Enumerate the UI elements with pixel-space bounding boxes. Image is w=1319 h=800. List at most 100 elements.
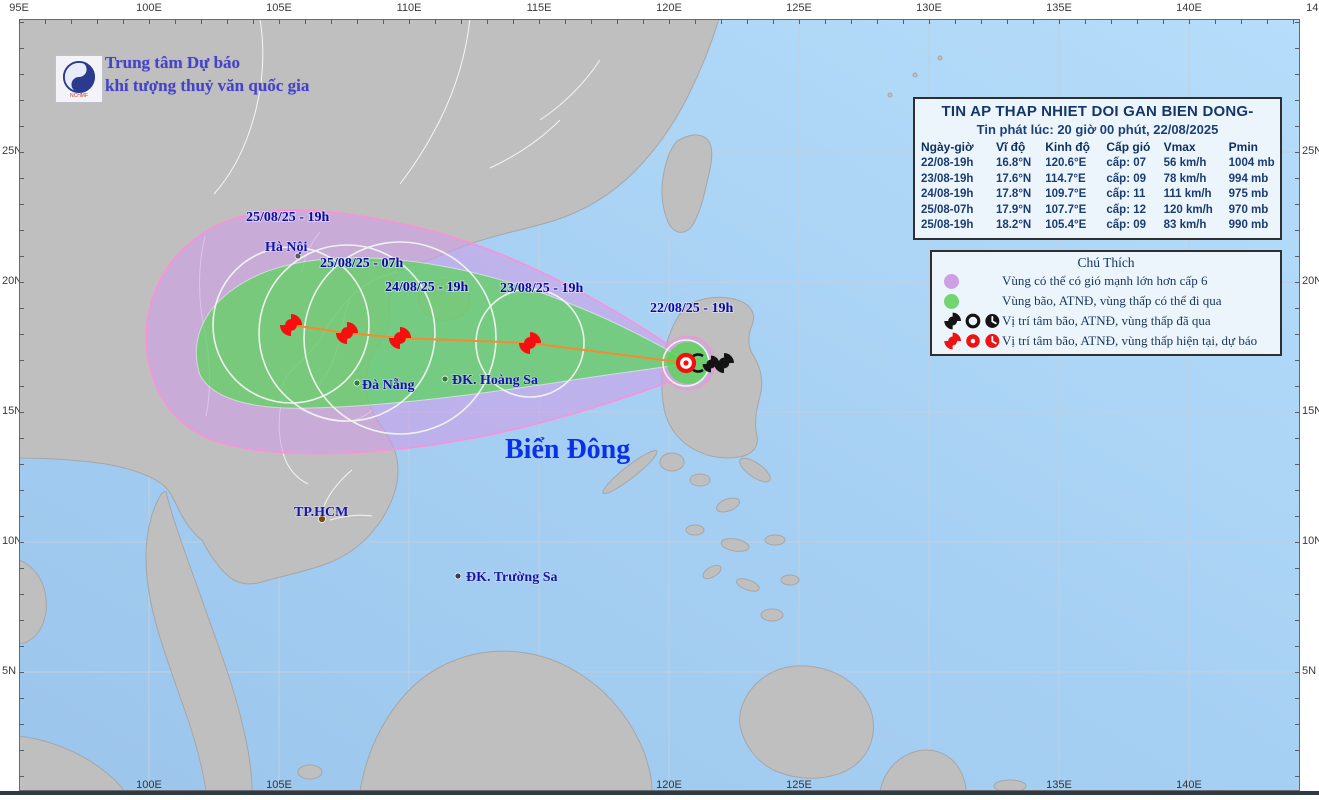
right-tick-marks xyxy=(1295,19,1300,791)
bulletin-cell: 78 km/h xyxy=(1163,172,1207,185)
bulletin-cell: 970 mb xyxy=(1228,203,1269,216)
legend-item-track-area: Vùng bão, ATNĐ, vùng thấp có thể đi qua xyxy=(936,291,1276,311)
bulletin-cell: 17.9°N xyxy=(995,203,1032,216)
place-label: Hà Nội xyxy=(265,240,308,255)
island xyxy=(937,55,943,61)
axis-label-bottom-145E: 145E xyxy=(1306,779,1319,791)
axis-label-bottom-135E: 135E xyxy=(1046,779,1072,791)
bulletin-cell: 56 km/h xyxy=(1163,157,1207,169)
island xyxy=(297,764,323,780)
bulletin-table-rows: 22/08-19h 16.8°N 120.6°E cấp: 07 56 km/h 1004… xyxy=(919,156,1276,234)
city-dot xyxy=(353,379,361,387)
circle-icon-black xyxy=(965,313,981,329)
current-position-center-dot xyxy=(683,360,689,366)
bulletin-cell: 24/08-19h xyxy=(921,188,974,201)
typhoon-icon-black xyxy=(944,312,961,330)
left-tick-marks xyxy=(19,19,24,791)
col-vmax: Vmax xyxy=(1163,140,1196,154)
bulletin-cell: 109.7°E xyxy=(1045,188,1087,201)
bulletin-row: 25/08-19h 18.2°N 105.4°E cấp: 09 83 km/h 990 … xyxy=(919,218,1276,234)
bulletin-cell: 25/08-19h xyxy=(921,219,974,232)
org-name: Trung tâm Dự báo khí tượng thuỷ văn quốc… xyxy=(105,51,309,97)
legend-label: Vị trí tâm bão, ATNĐ, vùng thấp hiện tại… xyxy=(1002,333,1258,348)
sea-name-label: Biển Đông xyxy=(505,434,630,465)
track-date-label: 23/08/25 - 19h xyxy=(500,281,583,296)
bulletin-cell: 120 km/h xyxy=(1163,203,1213,216)
track-date-label: 22/08/25 - 19h xyxy=(650,301,733,316)
bulletin-row: 23/08-19h 17.6°N 114.7°E cấp: 09 78 km/h 994 … xyxy=(919,172,1276,188)
island xyxy=(764,534,786,546)
org-name-line1: Trung tâm Dự báo xyxy=(105,53,241,72)
col-datetime: Ngày-giờ xyxy=(921,140,974,154)
forecast-map-page: 95E 100E 105E 110E 115E 120E 125E 130E 135E 140E 1… xyxy=(0,0,1319,800)
legend-item-current-position: Vị trí tâm bão, ATNĐ, vùng thấp hiện tại… xyxy=(936,331,1276,351)
bulletin-cell: 105.4°E xyxy=(1045,219,1087,232)
bulletin-cell: 22/08-19h xyxy=(921,157,974,169)
bulletin-cell: 990 mb xyxy=(1228,219,1269,232)
legend-item-past-position: Vị trí tâm bão, ATNĐ, vùng thấp đã qua xyxy=(936,311,1276,331)
track-date-label: 24/08/25 - 19h xyxy=(385,280,468,295)
legend-item-wind-area: Vùng có thể có gió mạnh lớn hơn cấp 6 xyxy=(936,271,1276,291)
bulletin-cell: 17.8°N xyxy=(995,188,1032,201)
bulletin-issued-time: Tin phát lúc: 20 giờ 00 phút, 22/08/2025 xyxy=(976,122,1219,137)
clock-icon-black xyxy=(984,313,1001,329)
legend-label: Vị trí tâm bão, ATNĐ, vùng thấp đã qua xyxy=(1002,313,1211,328)
legend-panel: Chú Thích Vùng có thể có gió mạnh lớn hơ… xyxy=(930,250,1282,356)
org-name-line2: khí tượng thuỷ văn quốc gia xyxy=(105,76,310,95)
axis-label-bottom-105E: 105E xyxy=(266,779,292,791)
legend-title: Chú Thích xyxy=(1077,255,1135,270)
place-label: TP.HCM xyxy=(294,505,348,520)
axis-label-bottom-100E: 100E xyxy=(136,779,162,791)
city-dot xyxy=(441,375,449,383)
bulletin-cell: 107.7°E xyxy=(1045,203,1087,216)
bulletin-cell: 16.8°N xyxy=(995,157,1032,169)
top-tick-marks xyxy=(19,19,1300,24)
bulletin-cell: cấp: 12 xyxy=(1106,203,1147,216)
bulletin-cell: 975 mb xyxy=(1228,188,1269,201)
bulletin-panel: TIN AP THAP NHIET DOI GAN BIEN DONG- Tin… xyxy=(913,97,1282,240)
typhoon-icon-red xyxy=(944,332,961,350)
bulletin-row: 25/08-07h 17.9°N 107.7°E cấp: 12 120 km/h 970… xyxy=(919,203,1276,219)
nchmf-logo-emblem xyxy=(62,60,96,93)
green-area-icon xyxy=(944,293,959,309)
island xyxy=(685,524,705,536)
bulletin-cell: 25/08-07h xyxy=(921,203,974,216)
bulletin-row: 24/08-19h 17.8°N 109.7°E cấp: 11 111 km/h 975… xyxy=(919,187,1276,203)
axis-label-bottom-140E: 140E xyxy=(1176,779,1202,791)
bulletin-cell: 1004 mb xyxy=(1228,157,1275,169)
col-windlevel: Cấp gió xyxy=(1106,140,1151,154)
bulletin-row: 22/08-19h 16.8°N 120.6°E cấp: 07 56 km/h 1004… xyxy=(919,156,1276,172)
bulletin-cell: cấp: 09 xyxy=(1106,219,1147,232)
col-lon: Kinh độ xyxy=(1045,140,1090,154)
purple-area-icon xyxy=(944,273,959,289)
axis-label-bottom-125E: 125E xyxy=(786,779,812,791)
place-label: Đà Nẵng xyxy=(362,377,415,393)
bulletin-cell: 17.6°N xyxy=(995,172,1032,185)
current-position-icons xyxy=(944,332,1001,350)
legend-label: Vùng bão, ATNĐ, vùng thấp có thể đi qua xyxy=(1002,293,1222,308)
circle-icon-red xyxy=(966,334,980,348)
bulletin-cell: 111 km/h xyxy=(1163,188,1212,201)
bulletin-title: TIN AP THAP NHIET DOI GAN BIEN DONG- xyxy=(941,103,1254,120)
island xyxy=(760,608,784,622)
legend-label: Vùng có thể có gió mạnh lớn hơn cấp 6 xyxy=(1002,273,1208,288)
place-label: ĐK. Hoàng Sa xyxy=(452,373,538,388)
bulletin-cell: cấp: 11 xyxy=(1106,188,1146,201)
bottom-rule xyxy=(0,791,1319,795)
axis-label-bottom-120E: 120E xyxy=(656,779,682,791)
island xyxy=(912,72,918,78)
island xyxy=(887,92,893,98)
col-pmin: Pmin xyxy=(1228,140,1258,154)
track-date-label: 25/08/25 - 07h xyxy=(320,256,403,271)
track-date-label: 25/08/25 - 19h xyxy=(246,210,329,225)
island xyxy=(689,473,711,487)
bulletin-cell: 18.2°N xyxy=(995,219,1032,232)
bulletin-cell: cấp: 07 xyxy=(1106,157,1147,169)
past-position-icons xyxy=(944,312,1001,330)
bulletin-cell: cấp: 09 xyxy=(1106,172,1147,185)
city-dot xyxy=(454,572,462,580)
bulletin-cell: 114.7°E xyxy=(1045,172,1086,185)
bulletin-cell: 120.6°E xyxy=(1045,157,1087,169)
bulletin-cell: 994 mb xyxy=(1228,172,1269,185)
island-mindoro xyxy=(659,452,685,472)
